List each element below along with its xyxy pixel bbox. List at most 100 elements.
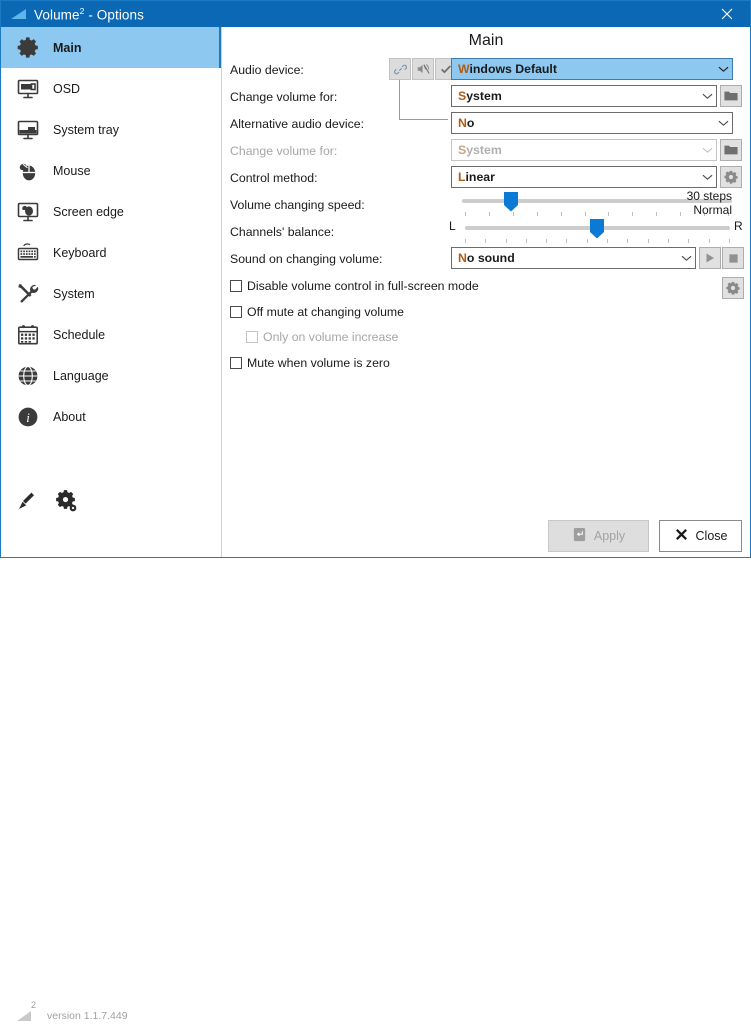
checkbox-box	[246, 331, 258, 343]
monitor-icon	[13, 74, 43, 104]
chevron-down-icon	[714, 65, 732, 73]
checkbox-box[interactable]	[230, 306, 242, 318]
mute-device-button[interactable]	[412, 58, 434, 80]
checkbox-label: Disable volume control in full-screen mo…	[247, 279, 479, 293]
sidebar-item-label: Main	[53, 40, 82, 55]
change-volume-for-combo[interactable]: System	[451, 85, 717, 107]
sidebar-item-system-tray[interactable]: System tray	[1, 109, 221, 150]
sidebar-item-label: Screen edge	[53, 204, 124, 219]
window-title-main: Volume	[34, 7, 80, 23]
alternative-audio-device-value: No	[458, 116, 475, 130]
x-icon	[674, 527, 689, 545]
sidebar-item-osd[interactable]: OSD	[1, 68, 221, 109]
sidebar-item-keyboard[interactable]: Keyboard	[1, 232, 221, 273]
balance-slider-thumb[interactable]	[589, 218, 605, 239]
change-volume-for-value: System	[458, 89, 502, 103]
audio-device-value: Windows Default	[458, 62, 557, 76]
checkbox-label: Only on volume increase	[263, 330, 399, 344]
sidebar-item-main[interactable]: Main	[1, 27, 221, 68]
sidebar-item-system[interactable]: System	[1, 273, 221, 314]
mouse-icon	[13, 156, 43, 186]
speed-mode-label: Normal	[693, 203, 732, 217]
calendar-icon	[13, 320, 43, 350]
version-label: version 1.1.7.449	[47, 1010, 128, 1022]
bottom-separator	[222, 479, 750, 480]
gear-settings-icon[interactable]	[53, 488, 78, 516]
label-audio-device: Audio device:	[230, 63, 304, 77]
label-change-volume-for: Change volume for:	[230, 90, 338, 104]
close-label: Close	[695, 529, 728, 543]
browse-folder-button-1[interactable]	[720, 85, 742, 107]
screenedge-icon	[13, 197, 43, 227]
stop-sound-button[interactable]	[722, 247, 744, 269]
apply-button[interactable]: Apply	[548, 520, 649, 552]
app-logo-small-icon: 2	[15, 1000, 41, 1023]
play-sound-button[interactable]	[699, 247, 721, 269]
balance-slider-ticks	[465, 239, 730, 243]
sidebar-item-label: OSD	[53, 81, 81, 96]
fullscreen-settings-button[interactable]	[722, 277, 744, 299]
sidebar-item-label: Schedule	[53, 327, 106, 342]
control-method-value: Linear	[458, 170, 495, 184]
checkbox-label: Off mute at changing volume	[247, 305, 404, 319]
paint-roller-icon[interactable]	[15, 489, 39, 516]
alternative-audio-device-combo[interactable]: No	[451, 112, 733, 134]
sidebar-item-label: System	[53, 286, 95, 301]
label-sound-on-changing-volume: Sound on changing volume:	[230, 252, 383, 266]
label-channels-balance: Channels' balance:	[230, 225, 335, 239]
volume-speed-slider-thumb[interactable]	[503, 191, 519, 212]
label-volume-changing-speed: Volume changing speed:	[230, 198, 365, 212]
chevron-down-icon	[677, 254, 695, 262]
sidebar-item-label: Language	[53, 368, 109, 383]
label-change-volume-for-alt: Change volume for:	[230, 144, 338, 158]
checkbox-mute-when-zero[interactable]: Mute when volume is zero	[230, 356, 390, 370]
info-icon: i	[13, 402, 43, 432]
checkbox-off-mute[interactable]: Off mute at changing volume	[230, 305, 404, 319]
chevron-down-icon	[698, 146, 716, 154]
link-devices-button[interactable]	[389, 58, 411, 80]
bottom-bar: Apply Close	[222, 479, 750, 557]
sidebar-item-label: Mouse	[53, 163, 91, 178]
speed-steps-label: 30 steps	[686, 189, 732, 203]
close-window-button[interactable]	[704, 1, 750, 27]
gear-icon	[13, 33, 43, 63]
sound-on-changing-volume-combo[interactable]: No sound	[451, 247, 696, 269]
checkbox-box[interactable]	[230, 357, 242, 369]
chevron-down-icon	[714, 119, 732, 127]
control-method-settings-button[interactable]	[720, 166, 742, 188]
audio-device-combo[interactable]: Windows Default	[451, 58, 733, 80]
options-window: Volume2 - Options Main OSD System tray M…	[0, 0, 751, 1022]
change-volume-for-alt-value: System	[458, 143, 502, 157]
sidebar-tool-buttons	[1, 479, 221, 516]
device-link-connector	[399, 80, 448, 120]
page-title: Main	[468, 32, 504, 49]
app-logo-icon	[10, 8, 27, 20]
chevron-down-icon	[698, 173, 716, 181]
balance-right-label: R	[734, 219, 743, 233]
sound-on-changing-volume-value: No sound	[458, 251, 515, 265]
main-panel: Main Audio device: Change volume for: Al…	[222, 27, 750, 479]
balance-left-label: L	[449, 219, 456, 233]
browse-folder-button-2[interactable]	[720, 139, 742, 161]
checkbox-only-on-increase: Only on volume increase	[246, 330, 398, 344]
sidebar-item-label: Keyboard	[53, 245, 107, 260]
checkbox-disable-fullscreen[interactable]: Disable volume control in full-screen mo…	[230, 279, 479, 293]
change-volume-for-alt-combo: System	[451, 139, 717, 161]
sidebar-item-schedule[interactable]: Schedule	[1, 314, 221, 355]
window-title: Volume2 - Options	[34, 6, 144, 23]
sidebar-item-label: About	[53, 409, 86, 424]
systemtray-icon	[13, 115, 43, 145]
logo-superscript: 2	[31, 1000, 37, 1010]
control-method-combo[interactable]: Linear	[451, 166, 717, 188]
sidebar-item-mouse[interactable]: Mouse	[1, 150, 221, 191]
checkbox-box[interactable]	[230, 280, 242, 292]
sidebar-item-language[interactable]: Language	[1, 355, 221, 396]
close-button[interactable]: Close	[659, 520, 742, 552]
svg-text:i: i	[26, 410, 30, 425]
version-info: 2 version 1.1.7.449	[15, 1000, 128, 1023]
keyboard-icon	[13, 238, 43, 268]
sidebar-item-about[interactable]: i About	[1, 396, 221, 437]
sidebar-item-screen-edge[interactable]: Screen edge	[1, 191, 221, 232]
window-title-suffix: - Options	[84, 7, 144, 23]
title-bar: Volume2 - Options	[1, 1, 750, 27]
